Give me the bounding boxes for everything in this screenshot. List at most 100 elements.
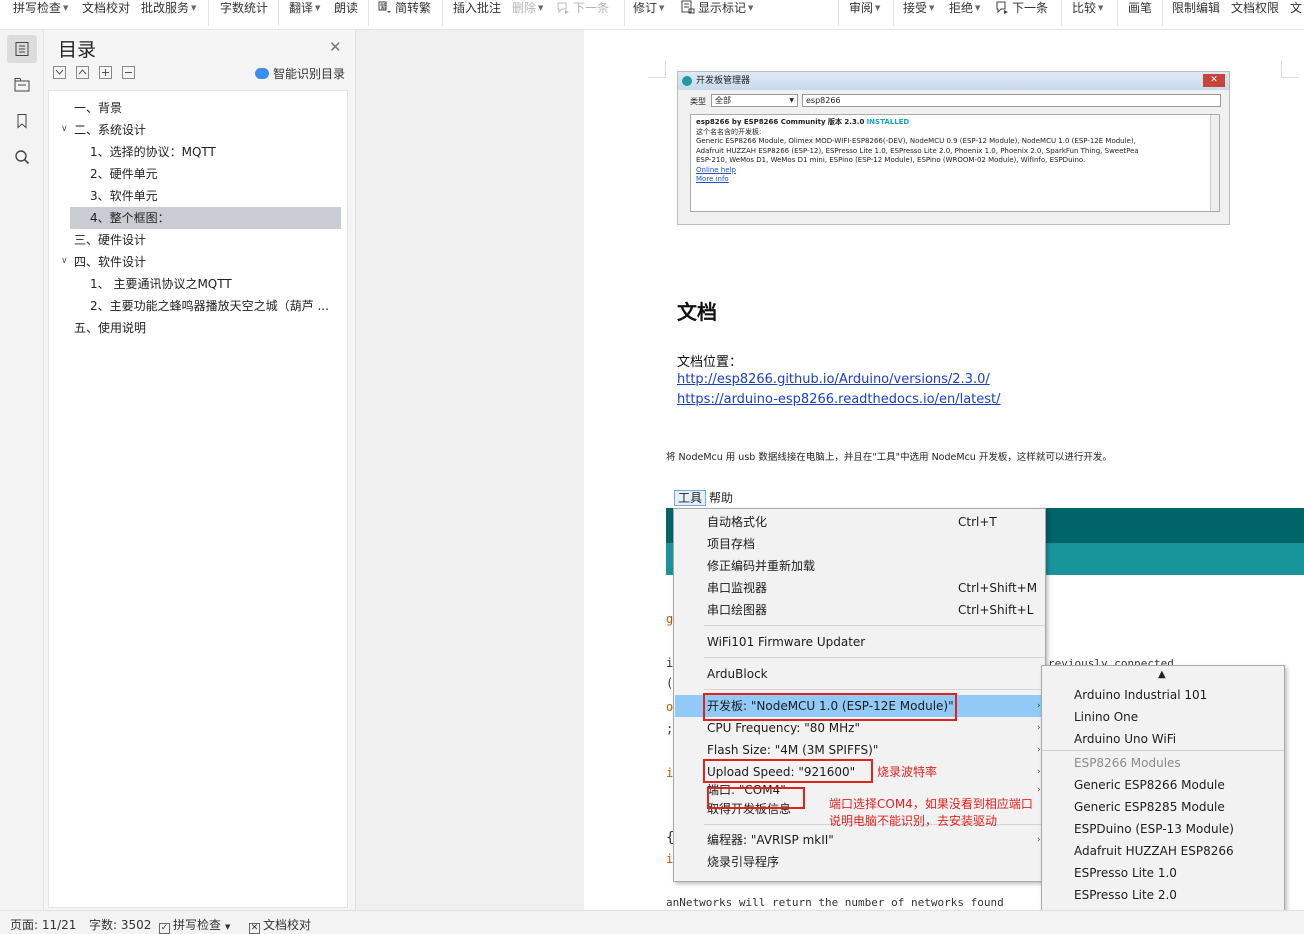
reject-button[interactable]: 拒绝 ▼ [949,0,980,16]
menu-item: 串口绘图器 Ctrl+Shift+L [707,603,1034,617]
doc-link[interactable]: https://arduino-esp8266.readthedocs.io/e… [677,392,1001,407]
compare-button[interactable]: 比较 ▼ [1072,0,1103,16]
restrict-editing-button[interactable]: 限制编辑 [1172,0,1220,16]
word-count[interactable]: 字数: 3502 [89,916,151,933]
svg-text:繁: 繁 [380,2,387,11]
show-markup-button[interactable]: 显示标记 ▼ [681,0,753,16]
submenu-item: ESPresso Lite 2.0 [1074,888,1177,902]
insert-comment-button[interactable]: 插入批注 [453,0,501,16]
chapter-nav-button[interactable] [7,71,37,99]
menu-item: 编程器: "AVRISP mkII" › [707,833,1041,847]
submenu-item: Generic ESP8266 Module [1074,778,1225,792]
toc-item[interactable]: 二、系统设计 [74,119,344,141]
add-heading-icon[interactable] [99,66,112,79]
smart-toc-icon [255,68,269,79]
annotation-port-line2: 说明电脑不能识别，去安装驱动 [829,814,998,828]
submenu-item: Linino One [1074,710,1139,724]
track-changes-button[interactable]: 修订 ▼ [633,0,664,16]
annotation-upload-speed: 烧录波特率 [877,765,938,779]
chapter-nav-icon [14,78,30,92]
chevron-down-icon[interactable]: ∨ [61,124,71,134]
toolbar-overflow-item[interactable]: 文 [1290,0,1302,16]
toc-toggle-button[interactable] [7,35,37,63]
toolbar-divider [1061,0,1062,26]
toolbar-divider [1162,0,1163,26]
collapse-all-icon[interactable] [53,66,66,79]
toc-panel: 目录 ✕ 智能识别目录 一、背景 ∨ 二、系统设计 1、选择的协议：MQTT 2… [44,30,356,910]
submenu-item: Arduino Uno WiFi [1074,732,1177,746]
smart-toc-label: 智能识别目录 [273,67,346,81]
spell-check-button[interactable]: 拼写检查 ▼ [13,0,68,16]
submenu-item: ESPDuino (ESP-13 Module) [1074,822,1234,836]
toc-item[interactable]: 2、主要功能之蜂鸣器播放天空之城（葫芦 ... [90,295,344,317]
status-proofread[interactable]: ✕ 文档校对 [249,916,311,934]
next-change-icon [996,1,1008,14]
chevron-down-icon[interactable]: ∨ [61,256,71,266]
next-comment-button[interactable]: 下一条 [556,0,609,16]
status-spell-check[interactable]: ✓ 拼写检查 ▼ [159,916,230,934]
toolbar-divider [1117,0,1118,26]
accept-button[interactable]: 接受 ▼ [903,0,934,16]
toolbar-divider [893,0,894,26]
next-change-button[interactable]: 下一条 [995,0,1048,16]
submenu-item: Adafruit HUZZAH ESP8266 [1074,844,1234,858]
toc-item[interactable]: 一、背景 [74,97,344,119]
menu-item: 自动格式化 Ctrl+T [707,515,997,529]
toolbar-divider [838,0,839,26]
menu-item: 串口监视器 Ctrl+Shift+M [707,581,1038,595]
delete-comment-button[interactable]: 删除 ▼ [512,0,543,16]
smart-toc-button[interactable]: 智能识别目录 [255,65,345,82]
screenshot-window-title: 开发板管理器 [696,76,751,86]
simplified-to-traditional-button[interactable]: 繁简转繁 [378,0,431,16]
code-fragment: anNetworks will return the number of net… [666,896,1004,909]
arduino-logo-icon [682,76,692,86]
menu-tools: 工具 [674,490,707,506]
menu-item: ArduBlock [707,667,768,681]
board-highlight-box [703,693,957,721]
menu-divider [704,689,1045,690]
toolbar-divider [442,0,443,26]
review-service-button[interactable]: 批改服务 ▼ [141,0,196,16]
doc-location-label: 文档位置： [677,355,743,370]
bookmark-button[interactable] [7,107,37,135]
word-count-button[interactable]: 字数统计 [220,0,268,16]
toc-title: 目录 [58,39,97,61]
page-indicator[interactable]: 页面: 11/21 [10,916,76,933]
toc-item[interactable]: 1、选择的协议：MQTT [90,141,344,163]
remove-heading-icon[interactable] [122,66,135,79]
toc-item[interactable]: 3、软件单元 [90,185,344,207]
toolbar-divider [368,0,369,26]
document-permission-button[interactable]: 文档权限 [1231,0,1279,16]
submenu-group-label: ESP8266 Modules [1074,756,1181,770]
submenu-item: Generic ESP8285 Module [1074,800,1225,814]
submenu-item: ESPresso Lite 1.0 [1074,866,1177,880]
page-gutter [356,30,584,910]
menu-divider [704,625,1045,626]
search-button[interactable] [7,143,37,171]
toc-item[interactable]: 五、使用说明 [74,317,344,339]
checkbox-icon: ✓ [159,923,170,934]
bookmark-icon [17,114,27,129]
menu-divider [1042,750,1284,751]
read-aloud-button[interactable]: 朗读 [334,0,358,16]
doc-link[interactable]: http://esp8266.github.io/Arduino/version… [677,372,990,387]
toc-item[interactable]: 四、软件设计 [74,251,344,273]
status-bar: 页面: 11/21 字数: 3502 ✓ 拼写检查 ▼ ✕ 文档校对 [0,910,1304,934]
close-icon[interactable]: ✕ [329,38,342,56]
document-page[interactable]: 开发板管理器 ✕ 类型 全部 ▼ esp8266 esp8266 by ESP82… [584,30,1304,910]
expand-up-icon[interactable] [76,66,89,79]
board-manager-screenshot: 开发板管理器 ✕ 类型 全部 ▼ esp8266 esp8266 by ESP82… [677,71,1230,225]
type-label: 类型 [690,97,706,106]
toc-item[interactable]: 三、硬件设计 [74,229,344,251]
toc-item-selected[interactable]: 4、整个框图： [70,207,341,229]
doc-proofread-button[interactable]: 文档校对 [82,0,130,16]
review-button[interactable]: 审阅 ▼ [849,0,880,16]
translate-button[interactable]: 翻译 ▼ [289,0,320,16]
convert-icon: 繁 [378,1,391,13]
toc-item[interactable]: 1、 主要通讯协议之MQTT [90,273,344,295]
section-heading: 文档 [677,300,717,324]
menu-help: 帮助 [709,491,734,505]
pen-button[interactable]: 画笔 [1128,0,1152,16]
toc-item[interactable]: 2、硬件单元 [90,163,344,185]
type-select: 全部 ▼ [711,94,798,107]
